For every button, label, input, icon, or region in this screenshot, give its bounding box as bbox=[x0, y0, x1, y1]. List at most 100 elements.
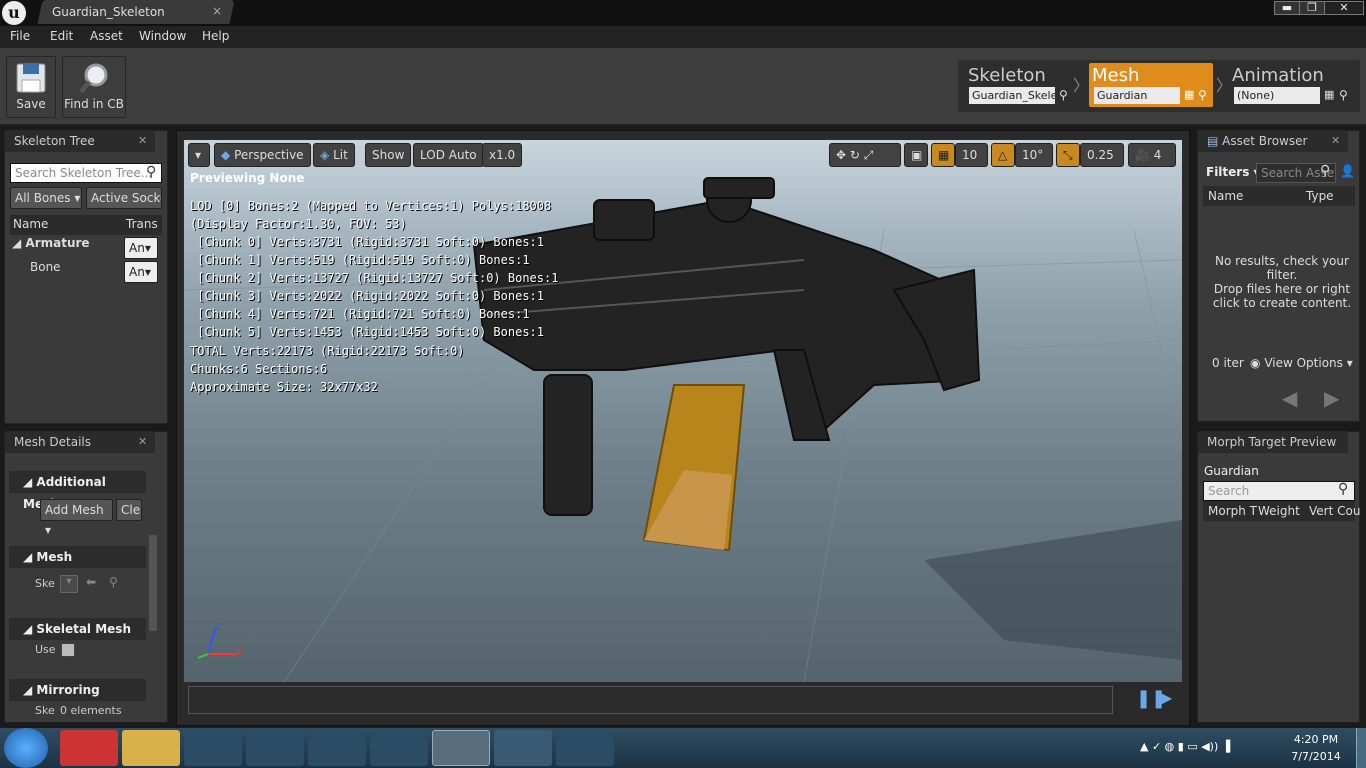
active-sockets-button[interactable]: Active Sockets bbox=[86, 187, 162, 209]
stat-line: [Chunk 0] Verts:3731 (Rigid:3731 Soft:0)… bbox=[190, 235, 545, 249]
file-explorer-icon[interactable] bbox=[122, 730, 180, 766]
col-weight-header[interactable]: Weight bbox=[1258, 504, 1300, 518]
media-player-icon[interactable] bbox=[246, 730, 304, 766]
close-panel-icon[interactable]: ✕ bbox=[1331, 134, 1340, 147]
show-desktop-button[interactable] bbox=[1356, 728, 1366, 768]
lod-button[interactable]: LOD Auto bbox=[413, 143, 484, 167]
add-mesh-dropdown[interactable]: Add Mesh ▾ bbox=[40, 499, 113, 537]
col-name-header[interactable]: Name bbox=[1208, 189, 1243, 203]
menu-file[interactable]: File bbox=[10, 29, 30, 43]
rotation-snap-icon[interactable]: △ bbox=[991, 143, 1015, 167]
skeleton-find-icon[interactable]: ⚲ bbox=[1059, 88, 1068, 102]
use-selected-arrow-icon[interactable]: ⬅ bbox=[86, 575, 96, 589]
lit-button[interactable]: ◈ Lit bbox=[313, 143, 355, 167]
step-forward-icon[interactable]: ▶ bbox=[1160, 688, 1172, 707]
grid-snap-icon[interactable]: ▦ bbox=[931, 143, 955, 167]
view-options-dropdown[interactable]: ◉ View Options ▾ bbox=[1250, 356, 1353, 370]
skeletal-mesh-section[interactable]: ◢ Skeletal Mesh bbox=[9, 618, 146, 640]
find-in-cb-button[interactable]: Find in CB bbox=[62, 56, 126, 118]
bone-row-bone[interactable]: Bone bbox=[30, 260, 61, 274]
timeline-scrub-bar[interactable] bbox=[188, 686, 1113, 714]
close-panel-icon[interactable]: ✕ bbox=[138, 435, 147, 448]
all-bones-dropdown[interactable]: All Bones ▾ bbox=[10, 187, 82, 209]
menu-asset[interactable]: Asset bbox=[90, 29, 123, 43]
scale-icon: ⤢ bbox=[863, 148, 874, 162]
mesh-browse-icon[interactable]: ▦ bbox=[1184, 88, 1194, 101]
mesh-details-tab[interactable]: Mesh Details bbox=[5, 431, 155, 453]
skeleton-search-input[interactable]: Search Skeleton Tree... bbox=[10, 163, 162, 183]
trans-label: An bbox=[129, 265, 145, 279]
animation-find-icon[interactable]: ⚲ bbox=[1339, 88, 1348, 102]
snipping-app-icon[interactable] bbox=[60, 730, 118, 766]
speed-button[interactable]: x1.0 bbox=[482, 143, 523, 167]
clear-button[interactable]: Clear bbox=[116, 499, 142, 521]
tray-icons[interactable]: ▲ ✓ ◍ ▮ ▭ ◀)) ▐ bbox=[1140, 740, 1230, 753]
scale-size-dropdown[interactable]: 0.25 bbox=[1080, 143, 1124, 167]
col-type-header[interactable]: Type bbox=[1306, 189, 1334, 203]
show-button[interactable]: Show bbox=[365, 143, 412, 167]
skeleton-mode-field[interactable]: Guardian_Skeleton bbox=[969, 87, 1055, 104]
document-tab-label: Guardian_Skeleton bbox=[52, 5, 165, 19]
menu-edit[interactable]: Edit bbox=[50, 29, 73, 43]
back-arrow-icon[interactable]: ◀ bbox=[1282, 386, 1297, 410]
camera-speed-button[interactable]: 🎥 4 bbox=[1128, 143, 1176, 167]
col-vert-header[interactable]: Vert Cou bbox=[1309, 504, 1360, 518]
mesh-section[interactable]: ◢ Mesh bbox=[9, 546, 146, 568]
rotation-size-dropdown[interactable]: 10° bbox=[1015, 143, 1053, 167]
menu-help[interactable]: Help bbox=[202, 29, 229, 43]
mesh-details-tab-label: Mesh Details bbox=[14, 435, 92, 449]
blender-icon[interactable] bbox=[184, 730, 242, 766]
unreal-logo-icon[interactable]: u bbox=[2, 1, 26, 25]
close-tab-icon[interactable]: × bbox=[212, 4, 222, 18]
axis-x-label: x bbox=[236, 647, 242, 658]
bone-row-armature[interactable]: ◢ Armature bbox=[12, 236, 90, 250]
animation-browse-icon[interactable]: ▦ bbox=[1324, 88, 1334, 101]
perspective-button[interactable]: ◆ Perspective bbox=[214, 143, 311, 167]
col-trans-header[interactable]: Trans bbox=[126, 217, 158, 231]
lock-icon[interactable]: 👤 bbox=[1340, 164, 1355, 178]
details-scrollbar[interactable] bbox=[149, 535, 157, 631]
skeleton-mode-title[interactable]: Skeleton bbox=[968, 65, 1046, 86]
minimize-button[interactable]: ▬ bbox=[1274, 1, 1300, 15]
morph-mesh-name: Guardian bbox=[1204, 464, 1259, 478]
menu-window[interactable]: Window bbox=[139, 29, 186, 43]
col-morph-header[interactable]: Morph T bbox=[1208, 504, 1257, 518]
skeleton-tree-tab[interactable]: Skeleton Tree bbox=[5, 130, 155, 152]
asset-picker-combo[interactable]: ▾ bbox=[60, 575, 78, 593]
mesh-find-icon[interactable]: ⚲ bbox=[1198, 88, 1207, 102]
use-checkbox[interactable] bbox=[61, 643, 75, 657]
col-name-header[interactable]: Name bbox=[13, 217, 48, 231]
trans-dropdown[interactable]: An▾ bbox=[124, 261, 158, 283]
mirroring-section[interactable]: ◢ Mirroring bbox=[9, 679, 146, 701]
grid-size-dropdown[interactable]: 10 bbox=[955, 143, 988, 167]
mesh-mode-field[interactable]: Guardian bbox=[1094, 87, 1180, 104]
scale-snap-icon[interactable]: ⤡ bbox=[1056, 143, 1080, 167]
save-button[interactable]: Save bbox=[6, 56, 56, 118]
morph-target-tab[interactable]: Morph Target Preview bbox=[1198, 431, 1348, 453]
game-app-icon[interactable] bbox=[370, 730, 428, 766]
firefox-icon[interactable] bbox=[494, 730, 552, 766]
additional-meshes-section[interactable]: ◢ Additional Meshes bbox=[9, 471, 146, 511]
asset-browser-tab[interactable]: ▤ Asset Browser bbox=[1198, 130, 1348, 152]
quake-app-icon[interactable] bbox=[556, 730, 614, 766]
clock-time[interactable]: 4:20 PM bbox=[1288, 733, 1344, 746]
close-window-button[interactable]: ✕ bbox=[1324, 1, 1364, 15]
morph-search-input[interactable]: Search bbox=[1203, 481, 1355, 501]
mesh-mode-title[interactable]: Mesh bbox=[1092, 65, 1139, 86]
trans-dropdown[interactable]: An▾ bbox=[124, 237, 158, 259]
restore-button[interactable]: ❐ bbox=[1299, 1, 1325, 15]
animation-mode-title[interactable]: Animation bbox=[1232, 65, 1324, 86]
unreal-editor-taskbar-icon[interactable] bbox=[432, 730, 490, 766]
browse-icon[interactable]: ⚲ bbox=[109, 575, 118, 589]
close-panel-icon[interactable]: ✕ bbox=[138, 134, 147, 147]
windows-start-icon[interactable] bbox=[4, 728, 48, 768]
viewport-options-dropdown[interactable]: ▾ bbox=[188, 143, 210, 167]
text-app-icon[interactable] bbox=[308, 730, 366, 766]
filters-dropdown[interactable]: Filters ▾ bbox=[1206, 165, 1260, 179]
forward-arrow-icon[interactable]: ▶ bbox=[1324, 386, 1339, 410]
surface-snap-icon[interactable]: ▣ bbox=[904, 143, 928, 167]
save-label: Save bbox=[16, 97, 46, 111]
clock-date[interactable]: 7/7/2014 bbox=[1288, 750, 1344, 763]
animation-mode-field[interactable]: (None) bbox=[1234, 87, 1320, 104]
transform-mode-group[interactable]: ✥ ↻ ⤢ bbox=[829, 143, 901, 167]
